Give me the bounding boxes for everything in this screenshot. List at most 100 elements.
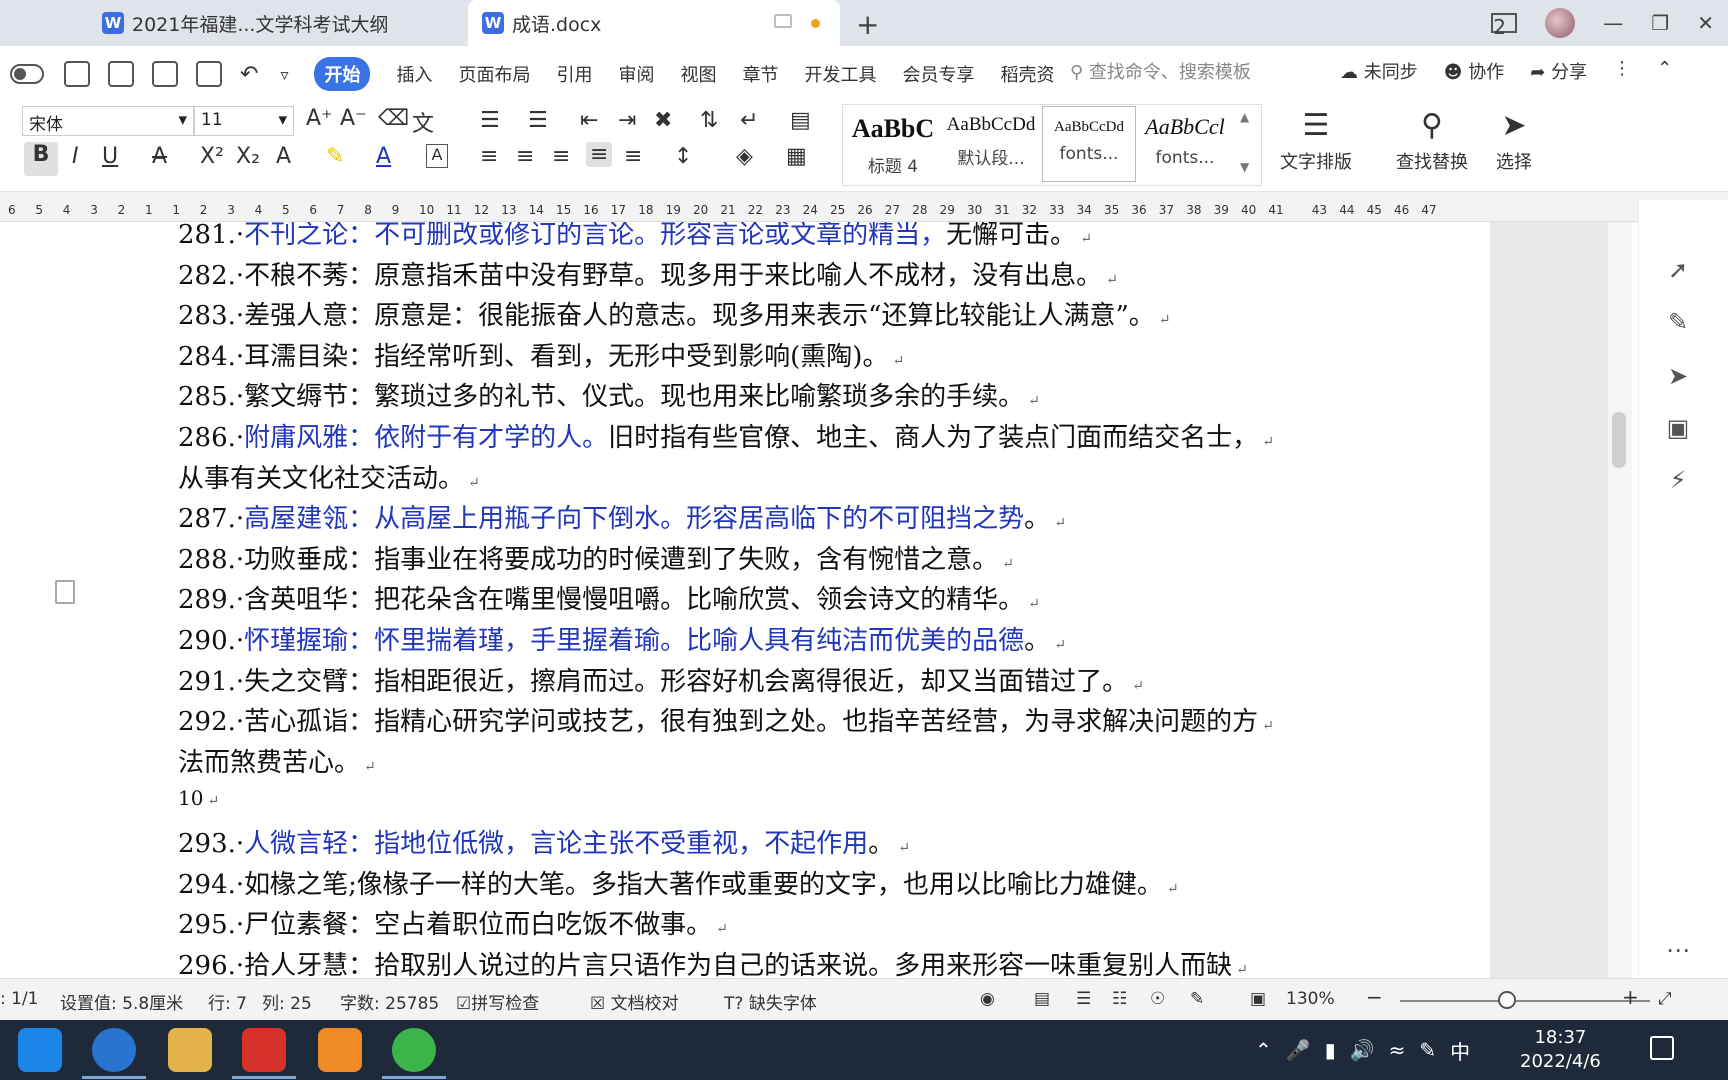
document-line[interactable]: 282.·不稂不莠：原意指禾苗中没有野草。现多用于来比喻人不成材，没有出息。 ↵ xyxy=(178,255,1118,292)
font-name-select[interactable]: 宋体 ▾ xyxy=(22,106,194,136)
underline-icon[interactable]: U xyxy=(102,144,118,169)
chevron-down-icon[interactable]: ▿ xyxy=(280,65,288,84)
menu-view[interactable]: 视图 xyxy=(680,61,716,87)
increase-font-icon[interactable]: A⁺ xyxy=(306,106,333,131)
page-indicator[interactable]: : 1/1 xyxy=(0,989,39,1009)
clock[interactable]: 18:37 2022/4/6 xyxy=(1520,1026,1601,1074)
more-icon[interactable]: ⋮ xyxy=(1613,58,1631,84)
plus-icon[interactable]: + xyxy=(856,8,879,41)
increase-indent-icon[interactable]: ⇥ xyxy=(618,108,636,133)
chevron-up-icon[interactable]: ⌃ xyxy=(1255,1038,1272,1062)
menu-section[interactable]: 章节 xyxy=(742,61,778,87)
minimize-icon[interactable]: — xyxy=(1603,11,1623,35)
chevron-down-icon[interactable]: ▼ xyxy=(1240,160,1249,174)
zoom-in-icon[interactable]: + xyxy=(1622,985,1639,1009)
volume-icon[interactable]: 🔊 xyxy=(1350,1038,1375,1062)
document-line[interactable]: 295.·尸位素餐：空占着职位而白吃饭不做事。 ↵ xyxy=(178,904,728,941)
avatar[interactable] xyxy=(1545,8,1576,38)
pdf-app-icon[interactable] xyxy=(318,1028,362,1072)
strikethrough-icon[interactable]: A xyxy=(152,144,167,169)
justify-icon[interactable]: ≡ xyxy=(586,142,613,167)
wifi-icon[interactable]: ≈ xyxy=(1389,1038,1406,1062)
document-line[interactable]: 289.·含英咀华：把花朵含在嘴里慢慢咀嚼。比喻欣赏、领会诗文的精华。 ↵ xyxy=(178,579,1040,616)
tab-ruler-icon[interactable]: ▤ xyxy=(790,108,811,133)
close-icon[interactable]: ✕ xyxy=(1697,11,1714,35)
borders-icon[interactable]: ▦ xyxy=(786,144,807,169)
cursor-icon[interactable]: ➤ xyxy=(1663,362,1693,392)
document-line[interactable]: 法而煞费苦心。 ↵ xyxy=(178,742,376,779)
numbered-list-icon[interactable]: ☰ xyxy=(528,108,548,133)
font-size-select[interactable]: 11 ▾ xyxy=(194,106,294,136)
document-line[interactable]: 294.·如椽之笔;像椽子一样的大笔。多指大著作或重要的文字，也用以比喻比力雄健… xyxy=(178,864,1179,901)
document-page[interactable]: 281.·不刊之论：不可删改或修订的言论。形容言论或文章的精当，无懈可击。 ↵ 28… xyxy=(0,222,1490,978)
restore-icon[interactable]: ❐ xyxy=(1651,11,1669,35)
distribute-icon[interactable]: ≡ xyxy=(624,144,642,169)
eye-icon[interactable]: ◉ xyxy=(980,989,995,1009)
align-right-icon[interactable]: ≡ xyxy=(552,144,570,169)
clear-format-icon[interactable]: ⌫ xyxy=(378,106,409,131)
document-line[interactable]: 296.·拾人牙慧：拾取别人说过的片言只语作为自己的话来说。多用来形容一味重复别… xyxy=(178,945,1248,978)
document-note-icon[interactable] xyxy=(55,580,75,604)
document-line[interactable]: 293.·人微言轻：指地位低微，言论主张不受重视，不起作用。 ↵ xyxy=(178,823,910,860)
decrease-indent-icon[interactable]: ⇤ xyxy=(580,108,598,133)
menu-insert[interactable]: 插入 xyxy=(396,61,432,87)
window-count-icon[interactable]: 2 xyxy=(1491,13,1518,39)
scrollbar-thumb[interactable] xyxy=(1612,412,1626,468)
bullet-list-icon[interactable]: ☰ xyxy=(480,108,500,133)
missing-font-button[interactable]: T? 缺失字体 xyxy=(724,989,817,1014)
image-icon[interactable]: ▣ xyxy=(1663,414,1693,444)
document-line[interactable]: 284.·耳濡目染：指经常听到、看到，无形中受到影响(熏陶)。 ↵ xyxy=(178,336,904,373)
superscript-icon[interactable]: X² xyxy=(200,144,224,169)
menu-references[interactable]: 引用 xyxy=(556,61,592,87)
style-fonts-1[interactable]: AaBbCcDd fonts... xyxy=(1042,106,1136,182)
zoom-level[interactable]: 130% xyxy=(1286,989,1335,1009)
word-count[interactable]: 字数: 25785 xyxy=(340,989,439,1014)
italic-icon[interactable]: I xyxy=(72,144,79,169)
zoom-out-icon[interactable]: − xyxy=(1366,985,1383,1009)
char-border-icon[interactable]: A xyxy=(426,144,448,168)
menu-docer[interactable]: 稻壳资 xyxy=(1000,61,1054,87)
chinese-layout-icon[interactable]: ✖ xyxy=(654,108,672,133)
reading-view-icon[interactable]: ☷ xyxy=(1112,989,1127,1009)
notification-icon[interactable] xyxy=(1650,1036,1674,1060)
menu-review[interactable]: 审阅 xyxy=(618,61,654,87)
rocket-icon[interactable]: ➚ xyxy=(1663,256,1693,286)
menu-home[interactable]: 开始 xyxy=(314,57,371,91)
ime-indicator[interactable]: 中 xyxy=(1450,1036,1470,1065)
text-effect-icon[interactable]: A xyxy=(276,144,291,169)
wechat-app-icon[interactable] xyxy=(392,1028,436,1072)
pen-icon[interactable]: ✎ xyxy=(1419,1038,1436,1062)
line-spacing-icon[interactable]: ↕ xyxy=(674,144,692,169)
spell-check-button[interactable]: ☑拼写检查 xyxy=(456,989,539,1014)
print-preview-icon[interactable] xyxy=(196,61,222,87)
decrease-font-icon[interactable]: A⁻ xyxy=(340,106,367,131)
feishu-app-icon[interactable] xyxy=(18,1028,62,1072)
web-view-icon[interactable]: ☉ xyxy=(1150,989,1165,1009)
more-icon[interactable]: ⋯ xyxy=(1663,936,1693,966)
font-color-icon[interactable]: A xyxy=(376,144,391,169)
tab-document-1[interactable]: W 2021年福建...文学科考试大纲 xyxy=(90,0,465,46)
collab-button[interactable]: ☻ 协作 xyxy=(1444,58,1505,84)
menu-member[interactable]: 会员专享 xyxy=(902,61,974,87)
zoom-slider[interactable] xyxy=(1400,1000,1650,1002)
menu-developer[interactable]: 开发工具 xyxy=(804,61,876,87)
align-left-icon[interactable]: ≡ xyxy=(480,144,498,169)
battery-icon[interactable]: ▮ xyxy=(1325,1038,1336,1062)
outline-view-icon[interactable]: ☰ xyxy=(1076,989,1091,1009)
doc-proof-button[interactable]: ☒ 文档校对 xyxy=(590,989,679,1014)
document-line[interactable]: 286.·附庸风雅：依附于有才学的人。旧时指有些官僚、地主、商人为了装点门面而结… xyxy=(178,417,1274,454)
toggle-icon[interactable] xyxy=(10,64,44,84)
fullscreen-icon[interactable]: ⤢ xyxy=(1658,989,1672,1009)
chevron-up-icon[interactable]: ▲ xyxy=(1240,110,1249,124)
select-button[interactable]: ➤ 选择 xyxy=(1496,108,1532,174)
document-line[interactable]: 从事有关文化社交活动。 ↵ xyxy=(178,458,480,495)
highlight-icon[interactable]: ✎ xyxy=(326,144,344,169)
document-line[interactable]: 10 ↵ xyxy=(178,782,219,812)
show-marks-icon[interactable]: ↵ xyxy=(740,108,758,133)
style-default-paragraph[interactable]: AaBbCcDd 默认段... xyxy=(944,106,1038,182)
vertical-scrollbar[interactable] xyxy=(1608,222,1632,978)
screen-share-icon[interactable] xyxy=(774,14,792,28)
tab-document-2[interactable]: W 成语.docx xyxy=(468,0,840,46)
pen-icon[interactable]: ✎ xyxy=(1663,308,1693,338)
document-line[interactable]: 292.·苦心孤诣：指精心研究学问或技艺，很有独到之处。也指辛苦经营，为寻求解决… xyxy=(178,701,1274,738)
